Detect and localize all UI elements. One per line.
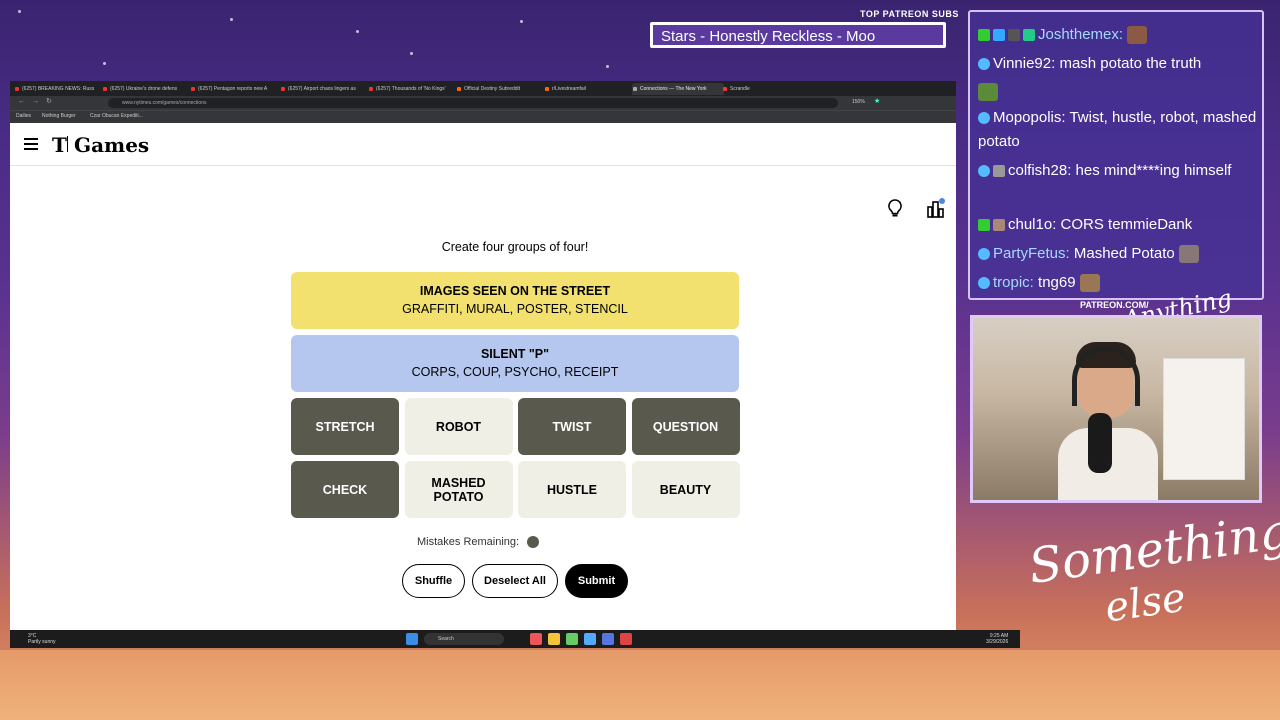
app-icon[interactable]: [566, 633, 578, 645]
chat-emote-line: [978, 80, 1258, 104]
back-icon[interactable]: ←: [18, 98, 25, 105]
tab[interactable]: (6257) Ukraine's drone defens: [102, 83, 194, 95]
bookmark-item[interactable]: Czar Obucan Expediti...: [90, 113, 143, 119]
site-header: T Games: [10, 123, 956, 166]
now-playing-text: Stars - Honestly Reckless - Moo: [661, 28, 876, 45]
tab-active[interactable]: Connections — The New York: [632, 83, 724, 95]
instruction-text: Create four groups of four!: [441, 240, 589, 254]
tab-bar: (6257) BREAKING NEWS: Russ (6257) Ukrain…: [10, 81, 956, 96]
word-tile[interactable]: QUESTION: [631, 398, 740, 455]
bookmark-item[interactable]: Dailies: [16, 113, 31, 119]
weather-widget[interactable]: 3°C Partly sunny: [28, 633, 56, 645]
tab[interactable]: Official Destiny Subreddit: [456, 83, 548, 95]
patreon-subs-label: TOP PATREON SUBS: [860, 9, 959, 19]
deselect-all-button[interactable]: Deselect All: [472, 564, 558, 598]
background-scenery: [0, 650, 1280, 720]
url-field[interactable]: www.nytimes.com/games/connections: [108, 98, 838, 108]
stream-chat: Joshthemex: Vinnie92: mash potato the tr…: [968, 10, 1264, 300]
microphone: [1088, 413, 1112, 473]
now-playing-box: Stars - Honestly Reckless - Moo: [650, 22, 946, 48]
chat-message: colfish28: hes mind****ing himself: [978, 159, 1258, 183]
chat-message: chul1o: CORS temmieDank: [978, 213, 1258, 237]
group-title: SILENT "P": [480, 347, 550, 361]
bookmarks-bar: Dailies Nothing Burger Czar Obucan Exped…: [10, 110, 956, 123]
solved-group-blue: SILENT "P" CORPS, COUP, PSYCHO, RECEIPT: [291, 335, 739, 392]
tab[interactable]: r/Livestreamfail: [544, 83, 636, 95]
forward-icon[interactable]: →: [32, 98, 39, 105]
group-words: CORPS, COUP, PSYCHO, RECEIPT: [411, 365, 619, 379]
shuffle-button[interactable]: Shuffle: [402, 564, 465, 598]
chat-message: PartyFetus: Mashed Potato: [978, 242, 1258, 266]
discord-icon[interactable]: [602, 633, 614, 645]
submit-button[interactable]: Submit: [565, 564, 628, 598]
solved-group-yellow: IMAGES SEEN ON THE STREET GRAFFITI, MURA…: [291, 272, 739, 329]
streamer: [1058, 338, 1158, 500]
group-words: GRAFFITI, MURAL, POSTER, STENCIL: [402, 302, 628, 316]
nyt-logo[interactable]: T: [52, 133, 67, 157]
chat-message: Mopopolis: Twist, hustle, robot, mashed …: [978, 109, 1257, 150]
tab[interactable]: (6257) BREAKING NEWS: Russ: [14, 83, 106, 95]
zoom-indicator[interactable]: 150%: [852, 99, 865, 105]
tab[interactable]: (6257) Airport chaos lingers as: [280, 83, 372, 95]
webcam-feed: [970, 315, 1262, 503]
mistake-dot: [527, 536, 539, 548]
tab[interactable]: (6257) Pentagon reports new A: [190, 83, 282, 95]
word-tile[interactable]: STRETCH: [291, 398, 399, 455]
file-explorer-icon[interactable]: [548, 633, 560, 645]
nyt-connections-page: T Games Create four groups of four! IMAG…: [10, 123, 956, 630]
word-tile[interactable]: TWIST: [518, 398, 626, 455]
app-icon[interactable]: [584, 633, 596, 645]
word-tile[interactable]: HUSTLE: [518, 461, 626, 518]
taskbar-search[interactable]: Search: [424, 633, 504, 645]
browser-taskbar-icon[interactable]: [530, 633, 542, 645]
reload-icon[interactable]: ↻: [46, 98, 52, 105]
background-shelf: [1163, 358, 1245, 480]
chat-message: Joshthemex:: [978, 23, 1258, 47]
bookmark-item[interactable]: Nothing Burger: [42, 113, 76, 119]
branding-else: else: [1102, 574, 1189, 632]
windows-taskbar: 3°C Partly sunny Search 9:25 AM 3/29/202…: [10, 630, 1020, 648]
menu-icon[interactable]: [24, 138, 38, 150]
games-logo-text[interactable]: Games: [74, 133, 149, 157]
word-tile[interactable]: MASHED POTATO: [404, 461, 513, 518]
browser-window: (6257) BREAKING NEWS: Russ (6257) Ukrain…: [10, 81, 956, 648]
word-tile[interactable]: BEAUTY: [631, 461, 740, 518]
logo-separator: [67, 136, 68, 152]
group-title: IMAGES SEEN ON THE STREET: [419, 284, 611, 298]
app-icon[interactable]: [620, 633, 632, 645]
tab[interactable]: (6257) Thousands of 'No Kings': [368, 83, 460, 95]
chat-message: Vinnie92: mash potato the truth: [978, 52, 1258, 76]
word-tile[interactable]: CHECK: [291, 461, 399, 518]
start-icon[interactable]: [406, 633, 418, 645]
address-bar-row: ← → ↻ www.nytimes.com/games/connections …: [10, 96, 956, 110]
tab[interactable]: Scrandle: [722, 83, 814, 95]
lightbulb-icon[interactable]: [886, 198, 904, 218]
word-tile[interactable]: ROBOT: [404, 398, 513, 455]
bookmark-star-icon[interactable]: ★: [874, 98, 880, 105]
clock[interactable]: 9:25 AM 3/29/2026: [986, 633, 1008, 645]
mistakes-label: Mistakes Remaining:: [417, 536, 520, 548]
stats-icon[interactable]: [926, 198, 946, 218]
